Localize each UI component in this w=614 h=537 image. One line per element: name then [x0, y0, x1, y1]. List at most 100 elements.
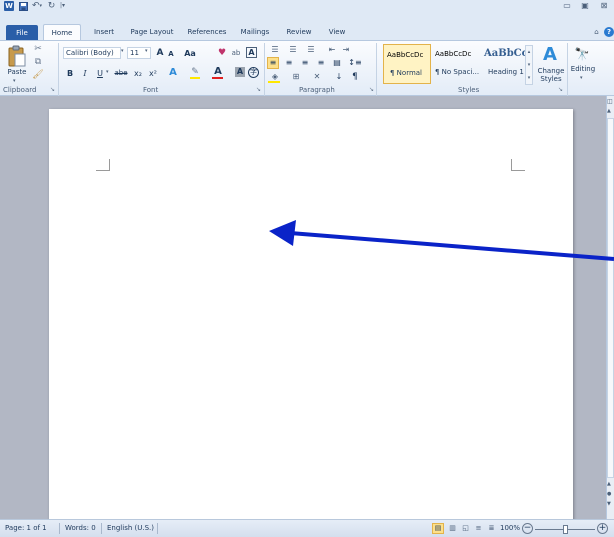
paste-icon[interactable] — [6, 44, 28, 68]
superscript-button[interactable]: x² — [147, 67, 159, 79]
separator — [58, 43, 59, 96]
tab-mailings[interactable]: Mailings — [235, 24, 275, 40]
font-size-dropdown-icon[interactable]: ▾ — [145, 48, 148, 54]
format-painter-icon[interactable]: 🖌 — [32, 70, 43, 80]
align-center-icon[interactable]: ≡ — [283, 57, 295, 69]
document-area: ◫ ▲ ▲ ● ▼ — [0, 96, 614, 519]
line-spacing-icon[interactable]: ↕≡ — [348, 57, 362, 69]
borders-icon[interactable]: ⊞ — [290, 71, 302, 83]
character-border-icon[interactable]: A — [246, 47, 257, 58]
editing-dropdown-icon[interactable]: ▾ — [580, 75, 583, 81]
style-no-spacing[interactable]: AaBbCcDc ¶ No Spaci... — [433, 44, 481, 84]
font-group-label: Font — [143, 86, 159, 94]
style-normal[interactable]: AaBbCcDc ¶ Normal — [383, 44, 431, 84]
clear-formatting-icon[interactable]: ♥ — [216, 47, 228, 59]
ribbon: Paste ▾ ✂ ⧉ 🖌 Clipboard ↘ Calibri (Body)… — [0, 40, 614, 96]
outline-icon[interactable]: ≡ — [473, 523, 484, 534]
find-icon[interactable]: 🔭 — [574, 46, 590, 62]
underline-button[interactable]: U — [95, 67, 105, 79]
bold-button[interactable]: B — [65, 67, 75, 79]
strikethrough-button[interactable]: abe — [113, 67, 129, 79]
separator — [264, 43, 265, 96]
save-icon[interactable] — [18, 1, 28, 11]
justify-icon[interactable]: ≡ — [315, 57, 327, 69]
help-icon[interactable]: ? — [604, 27, 614, 37]
copy-icon[interactable]: ⧉ — [33, 57, 43, 67]
full-screen-reading-icon[interactable]: ▥ — [447, 523, 458, 534]
italic-button[interactable]: I — [80, 67, 90, 79]
numbering-icon[interactable]: ☰ — [286, 44, 300, 56]
customize-qat-icon[interactable]: |▾ — [58, 1, 67, 11]
paste-dropdown-icon[interactable]: ▾ — [13, 78, 16, 84]
style-normal-name: ¶ Normal — [390, 69, 423, 77]
underline-dropdown-icon[interactable]: ▾ — [106, 69, 109, 75]
editing-button[interactable]: Editing — [568, 65, 598, 73]
status-separator — [157, 523, 158, 534]
status-separator — [101, 523, 102, 534]
tab-home[interactable]: Home — [43, 24, 81, 41]
zoom-out-icon[interactable]: − — [522, 523, 533, 534]
page-count[interactable]: Page: 1 of 1 — [5, 524, 47, 532]
tab-page-layout[interactable]: Page Layout — [126, 24, 178, 40]
asian-layout-icon[interactable]: ✕ — [310, 71, 324, 83]
sort-icon[interactable]: ↓ — [333, 71, 345, 83]
style-no-spacing-name: ¶ No Spaci... — [435, 68, 480, 76]
distributed-icon[interactable]: ▤ — [331, 57, 343, 69]
styles-launcher-icon[interactable]: ↘ — [557, 86, 564, 93]
ribbon-tabs: File Home Insert Page Layout References … — [0, 12, 614, 41]
minimize-button[interactable]: ▭ — [561, 0, 573, 12]
font-launcher-icon[interactable]: ↘ — [255, 86, 262, 93]
decrease-indent-icon[interactable]: ⇤ — [326, 44, 338, 56]
enclose-characters-icon[interactable]: 字 — [248, 67, 259, 78]
style-heading-1[interactable]: AaBbCc Heading 1 — [482, 44, 528, 84]
draft-icon[interactable]: ≣ — [486, 523, 497, 534]
tab-file[interactable]: File — [6, 25, 38, 41]
align-left-icon[interactable]: ≡ — [267, 57, 279, 69]
phonetic-guide-icon[interactable]: ab — [230, 47, 242, 59]
change-styles-icon[interactable]: A — [539, 44, 561, 66]
font-name-dropdown-icon[interactable]: ▾ — [121, 48, 124, 54]
text-effects-icon[interactable]: A — [167, 67, 179, 79]
subscript-button[interactable]: x₂ — [132, 67, 144, 79]
bullets-icon[interactable]: ☰ — [268, 44, 282, 56]
shrink-font-button[interactable]: A — [166, 48, 176, 60]
close-button[interactable]: ⊠ — [598, 0, 610, 12]
clipboard-launcher-icon[interactable]: ↘ — [49, 86, 56, 93]
restore-button[interactable]: ▣ — [579, 0, 591, 12]
undo-icon[interactable]: ↶ ▾ — [31, 1, 43, 11]
style-normal-preview: AaBbCcDc — [387, 51, 424, 59]
align-right-icon[interactable]: ≡ — [299, 57, 311, 69]
grow-font-button[interactable]: A — [154, 47, 166, 59]
redo-icon[interactable]: ↻ — [47, 1, 56, 11]
language-indicator[interactable]: English (U.S.) — [107, 524, 154, 532]
cut-icon[interactable]: ✂ — [33, 44, 43, 54]
web-layout-icon[interactable]: ◱ — [460, 523, 471, 534]
show-hide-marks-button[interactable]: ¶ — [350, 71, 360, 83]
increase-indent-icon[interactable]: ⇥ — [340, 44, 352, 56]
change-styles-button[interactable]: Change Styles — [537, 67, 565, 83]
character-shading-icon[interactable]: A — [235, 67, 245, 77]
highlight-color-bar — [190, 77, 200, 79]
change-case-button[interactable]: Aa — [180, 47, 200, 59]
font-color-bar — [212, 77, 223, 79]
print-layout-icon[interactable]: ▤ — [432, 523, 444, 534]
zoom-slider-thumb[interactable] — [563, 525, 568, 534]
word-app-icon[interactable]: W — [4, 1, 14, 11]
shading-color-bar — [268, 81, 280, 83]
font-name-select[interactable]: Calibri (Body) — [63, 47, 121, 59]
status-separator — [59, 523, 60, 534]
zoom-level[interactable]: 100% — [500, 524, 520, 532]
tab-view[interactable]: View — [321, 24, 353, 40]
tab-references[interactable]: References — [182, 24, 232, 40]
multilevel-list-icon[interactable]: ☰ — [304, 44, 318, 56]
tab-review[interactable]: Review — [280, 24, 318, 40]
minimize-ribbon-icon[interactable]: ⌂ — [592, 28, 601, 37]
styles-scroll[interactable]: ▴ ▾ ▾ — [525, 45, 533, 85]
zoom-in-icon[interactable]: + — [597, 523, 608, 534]
paragraph-launcher-icon[interactable]: ↘ — [368, 86, 375, 93]
paste-button[interactable]: Paste — [4, 68, 30, 76]
paragraph-group-label: Paragraph — [299, 86, 335, 94]
tab-insert[interactable]: Insert — [86, 24, 122, 40]
word-count[interactable]: Words: 0 — [65, 524, 96, 532]
font-name-value: Calibri (Body) — [66, 49, 114, 57]
